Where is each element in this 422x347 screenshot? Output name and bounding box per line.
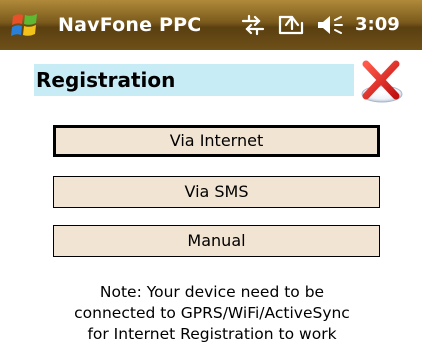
page-title: Registration <box>34 64 354 96</box>
manual-button[interactable]: Manual <box>53 225 380 257</box>
registration-note: Note: Your device need to be connected t… <box>40 282 384 345</box>
windows-flag-icon[interactable] <box>10 10 40 40</box>
note-line: for Internet Registration to work <box>87 325 337 343</box>
app-title: NavFone PPC <box>58 14 202 36</box>
via-sms-button[interactable]: Via SMS <box>53 176 380 208</box>
clock[interactable]: 3:09 <box>355 0 400 50</box>
note-line: Note: Your device need to be <box>99 283 325 301</box>
sync-icon[interactable] <box>276 13 306 37</box>
note-line: connected to GPRS/WiFi/ActiveSync <box>74 304 350 322</box>
via-internet-button[interactable]: Via Internet <box>53 125 380 157</box>
title-bar: NavFone PPC 3:09 <box>0 0 422 50</box>
connectivity-icon[interactable] <box>240 13 266 37</box>
red-x-icon[interactable] <box>356 58 406 104</box>
volume-icon[interactable] <box>316 13 348 37</box>
